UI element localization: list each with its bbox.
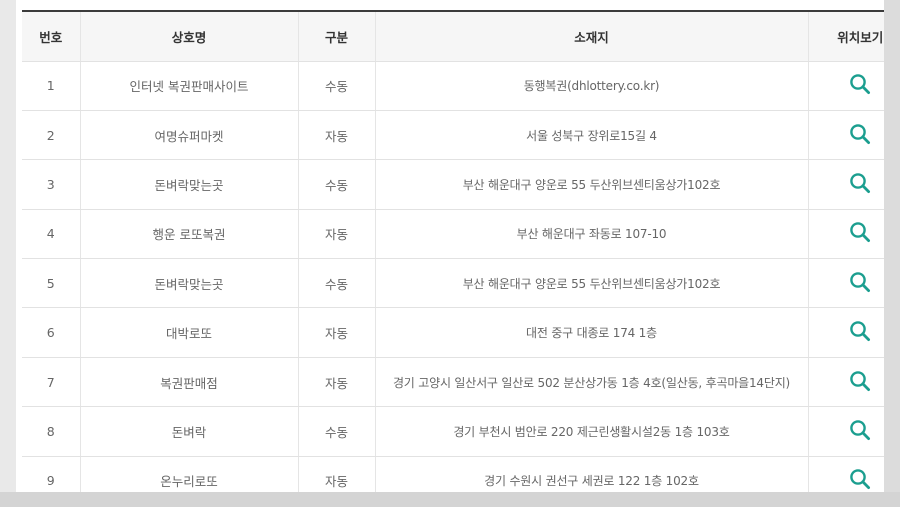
table-header-row: 번호 상호명 구분 소재지 위치보기: [22, 11, 884, 62]
cell-number: 7: [22, 357, 81, 408]
cell-store-name: 복권판매점: [80, 357, 299, 408]
search-icon[interactable]: [849, 271, 871, 293]
search-icon[interactable]: [849, 73, 871, 95]
cell-type: 자동: [298, 110, 376, 161]
search-icon[interactable]: [849, 123, 871, 145]
cell-type: 자동: [298, 307, 376, 358]
cell-type: 자동: [298, 357, 376, 408]
cell-address: 동행복권(dhlottery.co.kr): [375, 61, 809, 111]
cell-number: 1: [22, 61, 81, 111]
search-icon[interactable]: [849, 419, 871, 441]
cell-address: 부산 해운대구 양운로 55 두산위브센티움상가102호: [375, 258, 809, 309]
cell-number: 6: [22, 307, 81, 358]
search-icon[interactable]: [849, 370, 871, 392]
table-row: 8 돈벼락 수동 경기 부천시 범안로 220 제근린생활시설2동 1층 103호: [22, 406, 884, 457]
cell-view-location: [808, 61, 884, 111]
cell-address: 서울 성북구 장위로15길 4: [375, 110, 809, 161]
table-row: 5 돈벼락맞는곳 수동 부산 해운대구 양운로 55 두산위브센티움상가102호: [22, 258, 884, 309]
cell-store-name: 돈벼락: [80, 406, 299, 457]
col-header-type: 구분: [298, 11, 376, 62]
cell-address: 경기 수원시 권선구 세권로 122 1층 102호: [375, 456, 809, 492]
table-row: 9 온누리로또 자동 경기 수원시 권선구 세권로 122 1층 102호: [22, 456, 884, 492]
cell-type: 수동: [298, 258, 376, 309]
cell-view-location: [808, 258, 884, 309]
search-icon[interactable]: [849, 172, 871, 194]
table-row: 3 돈벼락맞는곳 수동 부산 해운대구 양운로 55 두산위브센티움상가102호: [22, 159, 884, 210]
col-header-address: 소재지: [375, 11, 809, 62]
search-icon[interactable]: [849, 320, 871, 342]
cell-address: 부산 해운대구 양운로 55 두산위브센티움상가102호: [375, 159, 809, 210]
cell-number: 5: [22, 258, 81, 309]
bottom-edge: [0, 492, 900, 507]
search-icon[interactable]: [849, 468, 871, 490]
cell-store-name: 대박로또: [80, 307, 299, 358]
right-edge: [884, 0, 900, 507]
cell-store-name: 행운 로또복권: [80, 209, 299, 260]
cell-type: 수동: [298, 61, 376, 111]
table-row: 7 복권판매점 자동 경기 고양시 일산서구 일산로 502 분산상가동 1층 4호(…: [22, 357, 884, 408]
cell-number: 3: [22, 159, 81, 210]
cell-store-name: 인터넷 복권판매사이트: [80, 61, 299, 111]
cell-type: 자동: [298, 209, 376, 260]
content-panel: 번호 상호명 구분 소재지 위치보기 1 인터넷 복권판매사이트 수동 동행복권(dh…: [16, 0, 884, 492]
col-header-view-location: 위치보기: [808, 11, 884, 62]
col-header-store-name: 상호명: [80, 11, 299, 62]
cell-view-location: [808, 159, 884, 210]
cell-view-location: [808, 209, 884, 260]
table-row: 1 인터넷 복권판매사이트 수동 동행복권(dhlottery.co.kr): [22, 61, 884, 111]
table-row: 2 여명슈퍼마켓 자동 서울 성북구 장위로15길 4: [22, 110, 884, 161]
table-row: 4 행운 로또복권 자동 부산 해운대구 좌동로 107-10: [22, 209, 884, 260]
cell-view-location: [808, 406, 884, 457]
cell-view-location: [808, 110, 884, 161]
table-row: 6 대박로또 자동 대전 중구 대종로 174 1층: [22, 307, 884, 358]
cell-number: 9: [22, 456, 81, 492]
cell-address: 부산 해운대구 좌동로 107-10: [375, 209, 809, 260]
cell-number: 2: [22, 110, 81, 161]
cell-view-location: [808, 357, 884, 408]
cell-number: 4: [22, 209, 81, 260]
cell-store-name: 돈벼락맞는곳: [80, 159, 299, 210]
cell-view-location: [808, 307, 884, 358]
cell-address: 경기 부천시 범안로 220 제근린생활시설2동 1층 103호: [375, 406, 809, 457]
search-icon[interactable]: [849, 221, 871, 243]
cell-store-name: 여명슈퍼마켓: [80, 110, 299, 161]
cell-store-name: 온누리로또: [80, 456, 299, 492]
cell-number: 8: [22, 406, 81, 457]
cell-address: 대전 중구 대종로 174 1층: [375, 307, 809, 358]
cell-type: 수동: [298, 406, 376, 457]
cell-type: 자동: [298, 456, 376, 492]
cell-address: 경기 고양시 일산서구 일산로 502 분산상가동 1층 4호(일산동, 후곡마…: [375, 357, 809, 408]
cell-type: 수동: [298, 159, 376, 210]
cell-view-location: [808, 456, 884, 492]
col-header-number: 번호: [22, 11, 81, 62]
cell-store-name: 돈벼락맞는곳: [80, 258, 299, 309]
lottery-store-table: 번호 상호명 구분 소재지 위치보기 1 인터넷 복권판매사이트 수동 동행복권(dh…: [22, 10, 884, 492]
